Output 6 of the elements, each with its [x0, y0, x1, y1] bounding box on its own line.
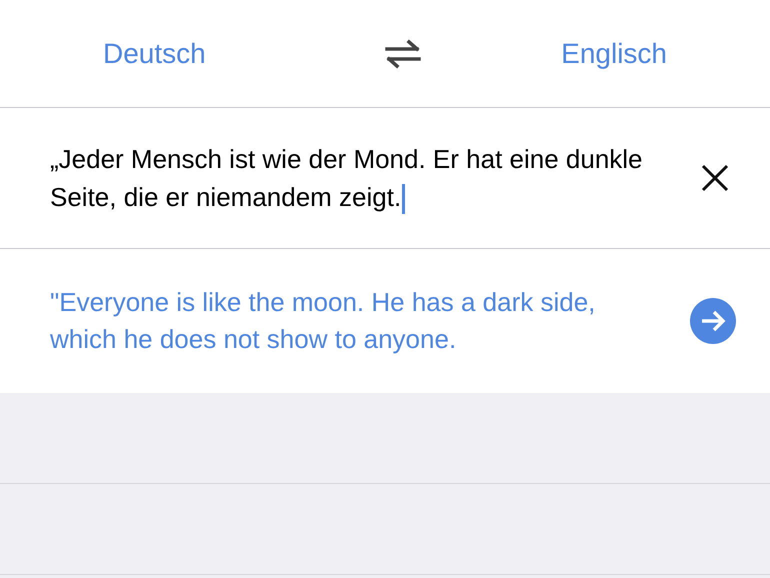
source-language-button[interactable]: Deutsch [103, 32, 206, 74]
arrow-right-icon[interactable] [690, 298, 736, 344]
close-icon[interactable] [700, 163, 730, 193]
target-language-button[interactable]: Englisch [561, 32, 667, 74]
translation-text: "Everyone is like the moon. He has a dark side, which he does not show to anyone. [50, 286, 596, 356]
swap-icon[interactable] [383, 38, 424, 68]
